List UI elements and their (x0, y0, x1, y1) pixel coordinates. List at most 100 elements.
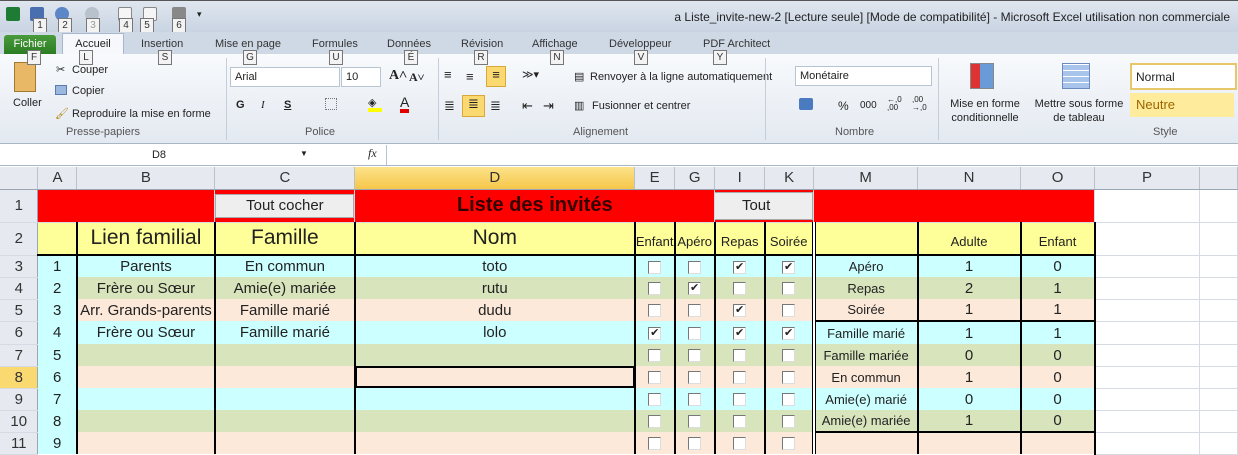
cell[interactable] (37, 189, 216, 223)
row-header[interactable]: 11 (0, 432, 39, 455)
cell[interactable]: ✔ (714, 321, 766, 344)
conditional-formatting-button[interactable]: Mise en forme conditionnelle (945, 97, 1025, 125)
tab-accueil[interactable]: Accueil (62, 33, 124, 55)
column-header-o[interactable]: O (1020, 167, 1096, 190)
decrease-indent-icon[interactable]: ⇤ (522, 98, 533, 114)
cell[interactable] (37, 222, 78, 256)
cell[interactable] (674, 344, 716, 366)
checkbox-apero[interactable] (688, 393, 702, 407)
cell[interactable] (634, 277, 676, 299)
tab-pdf-architect[interactable]: PDF Architect (703, 38, 770, 50)
checkbox-repas[interactable]: ✔ (733, 326, 747, 340)
checkbox-soiree[interactable] (782, 282, 796, 296)
cell[interactable] (1094, 299, 1200, 322)
tab-insertion[interactable]: Insertion (141, 38, 183, 50)
tab-affichage[interactable]: Affichage (532, 38, 578, 50)
cell[interactable] (764, 388, 816, 410)
guest-famille-cell[interactable] (214, 388, 356, 410)
guest-famille-cell[interactable]: Famille marié (214, 321, 356, 344)
align-bottom-icon[interactable]: ≡ (486, 66, 506, 87)
paste-icon[interactable] (14, 62, 36, 92)
row-header[interactable]: 9 (0, 388, 39, 411)
checkbox-apero[interactable] (688, 371, 702, 385)
column-header-g[interactable]: G (674, 167, 716, 190)
guest-famille-cell[interactable] (214, 432, 356, 454)
cell[interactable] (1199, 255, 1238, 278)
guest-nom-cell[interactable] (354, 432, 636, 454)
row-header[interactable]: 6 (0, 321, 39, 345)
guest-famille-cell[interactable] (214, 366, 356, 388)
cell[interactable] (1094, 189, 1200, 223)
italic-button[interactable]: I (261, 99, 265, 111)
checkbox-soiree[interactable]: ✔ (782, 260, 796, 274)
checkbox-apero[interactable] (688, 326, 702, 340)
cell[interactable] (764, 299, 816, 321)
align-right-icon[interactable]: ≣ (490, 98, 501, 114)
column-header-k[interactable]: K (764, 167, 815, 190)
decrease-decimal-icon[interactable]: ,00 →,0 (912, 96, 927, 112)
checkbox-soiree[interactable] (782, 304, 796, 318)
style-neutral[interactable]: Neutre (1130, 93, 1234, 117)
column-header-a[interactable]: A (37, 167, 78, 190)
guest-nom-cell[interactable]: toto (354, 255, 636, 277)
guest-lien-cell[interactable]: Frère ou Sœur (76, 321, 216, 344)
guest-lien-cell[interactable] (76, 432, 216, 454)
orientation-icon[interactable]: ≫▾ (522, 68, 539, 81)
checkbox-enfant[interactable] (648, 393, 662, 407)
guest-lien-cell[interactable] (76, 388, 216, 410)
cell[interactable] (813, 222, 919, 256)
checkbox-repas[interactable] (733, 415, 747, 429)
checkbox-repas[interactable]: ✔ (733, 260, 747, 274)
cell[interactable] (674, 255, 716, 277)
guest-famille-cell[interactable]: En commun (214, 255, 356, 277)
checkbox-soiree[interactable] (782, 371, 796, 385)
cell[interactable]: ✔ (764, 255, 816, 277)
cell[interactable] (1094, 410, 1200, 433)
format-painter-button[interactable]: Reproduire la mise en forme (72, 108, 211, 120)
bold-button[interactable]: G (236, 99, 245, 111)
cell[interactable] (1199, 366, 1238, 389)
guest-lien-cell[interactable] (76, 410, 216, 432)
tab-formules[interactable]: Formules (312, 38, 358, 50)
tout-button[interactable]: Tout (714, 191, 813, 220)
row-header[interactable]: 5 (0, 299, 39, 322)
guest-famille-cell[interactable] (214, 344, 356, 366)
guest-nom-cell[interactable] (354, 410, 636, 432)
cell[interactable] (813, 189, 1096, 223)
number-format-select[interactable]: Monétaire (795, 66, 932, 86)
row-header[interactable]: 10 (0, 410, 39, 433)
checkbox-enfant[interactable] (648, 282, 662, 296)
cell[interactable] (634, 255, 676, 277)
guest-nom-cell[interactable]: dudu (354, 299, 636, 321)
worksheet-grid[interactable]: A B C D E G I K M N O P 1 Tout cocher Liste des invité… (0, 167, 1238, 455)
name-box[interactable]: D8 (4, 146, 314, 164)
checkbox-repas[interactable] (733, 371, 747, 385)
cell[interactable] (764, 344, 816, 366)
cell[interactable] (674, 321, 716, 344)
row-header[interactable]: 7 (0, 344, 39, 367)
name-box-dropdown-icon[interactable]: ▼ (300, 149, 308, 158)
underline-button[interactable]: S (284, 99, 291, 111)
row-header[interactable]: 1 (0, 189, 39, 223)
cell[interactable] (1094, 321, 1200, 345)
checkbox-soiree[interactable] (782, 415, 796, 429)
cell[interactable] (1094, 344, 1200, 367)
cell[interactable] (764, 277, 816, 299)
customize-qat-icon[interactable]: ▾ (197, 9, 202, 20)
checkbox-repas[interactable] (733, 282, 747, 296)
guest-lien-cell[interactable] (76, 344, 216, 366)
column-header-i[interactable]: I (714, 167, 766, 190)
tab-donnees[interactable]: Données (387, 38, 431, 50)
tout-cocher-button[interactable]: Tout cocher (215, 193, 354, 218)
column-header-c[interactable]: C (214, 167, 356, 190)
increase-indent-icon[interactable]: ⇥ (543, 98, 554, 114)
cell[interactable] (1094, 388, 1200, 411)
font-color-icon[interactable]: A (400, 95, 410, 113)
checkbox-apero[interactable] (688, 260, 702, 274)
select-all-corner[interactable] (0, 167, 39, 190)
checkbox-enfant[interactable] (648, 260, 662, 274)
row-header[interactable]: 8 (0, 366, 39, 389)
checkbox-apero[interactable]: ✔ (688, 282, 702, 296)
guest-famille-cell[interactable] (214, 410, 356, 432)
column-header-n[interactable]: N (917, 167, 1022, 190)
